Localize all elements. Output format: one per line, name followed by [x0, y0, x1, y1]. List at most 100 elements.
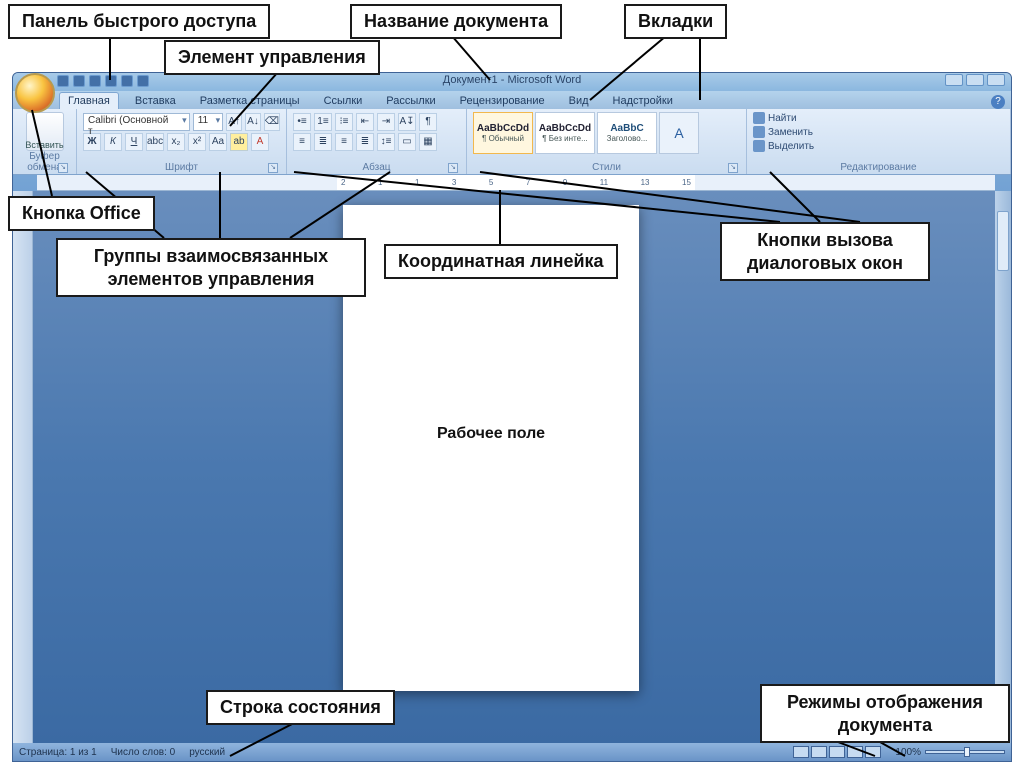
style-preview: AaBbCcDd	[539, 123, 591, 134]
shrink-font-icon[interactable]: A↓	[245, 113, 261, 131]
change-styles-button[interactable]: A	[659, 112, 699, 154]
workarea-label: Рабочее поле	[343, 425, 639, 443]
view-fullscreen[interactable]	[811, 746, 827, 758]
superscript-icon[interactable]: x²	[188, 133, 206, 151]
group-clipboard: Вставить Буфер обмена ↘	[13, 109, 77, 174]
highlight-icon[interactable]: ab	[230, 133, 248, 151]
tab-insert[interactable]: Вставка	[127, 93, 184, 109]
find-button[interactable]: Найти	[753, 112, 1004, 124]
dialog-launcher-styles[interactable]: ↘	[728, 163, 738, 173]
style-normal[interactable]: AaBbCcDd ¶ Обычный	[473, 112, 533, 154]
tab-mailings[interactable]: Рассылки	[378, 93, 443, 109]
tab-home[interactable]: Главная	[59, 92, 119, 109]
group-editing: Найти Заменить Выделить Редактирование	[747, 109, 1011, 174]
paste-button[interactable]: Вставить	[26, 112, 64, 151]
find-icon	[753, 112, 765, 124]
replace-label: Заменить	[768, 127, 813, 138]
font-name-combo[interactable]: Calibri (Основной т	[83, 113, 190, 131]
group-label-text: Буфер обмена	[27, 151, 62, 173]
style-nospacing[interactable]: AaBbCcDd ¶ Без инте...	[535, 112, 595, 154]
ruler-tick: 11	[600, 178, 608, 187]
font-size-combo[interactable]: 11	[193, 113, 223, 131]
zoom-control: 100%	[895, 747, 1005, 758]
zoom-value[interactable]: 100%	[895, 747, 921, 758]
zoom-slider[interactable]	[925, 750, 1005, 754]
window-controls	[945, 74, 1005, 86]
ruler-tick: 3	[452, 178, 456, 187]
status-language[interactable]: русский	[189, 747, 225, 758]
group-label-clipboard: Буфер обмена ↘	[19, 151, 70, 174]
indent-inc-icon[interactable]: ⇥	[377, 113, 395, 131]
replace-button[interactable]: Заменить	[753, 126, 1004, 138]
tab-references[interactable]: Ссылки	[316, 93, 371, 109]
justify-icon[interactable]: ≣	[356, 133, 374, 151]
callout-control-element: Элемент управления	[164, 40, 380, 75]
align-left-icon[interactable]: ≡	[293, 133, 311, 151]
callout-view-modes: Режимы отображения документа	[760, 684, 1010, 743]
clear-format-icon[interactable]: ⌫	[264, 113, 280, 131]
align-center-icon[interactable]: ≣	[314, 133, 332, 151]
show-marks-icon[interactable]: ¶	[419, 113, 437, 131]
style-heading[interactable]: AaBbC Заголово...	[597, 112, 657, 154]
bullets-icon[interactable]: •≡	[293, 113, 311, 131]
strike-icon[interactable]: abc	[146, 133, 164, 151]
tab-view[interactable]: Вид	[561, 93, 597, 109]
view-print-layout[interactable]	[793, 746, 809, 758]
borders-icon[interactable]: ▦	[419, 133, 437, 151]
minimize-button[interactable]	[945, 74, 963, 86]
office-button[interactable]	[15, 73, 55, 113]
callout-dialog-launchers: Кнопки вызова диалоговых окон	[720, 222, 930, 281]
ruler-tick: 5	[489, 178, 493, 187]
indent-dec-icon[interactable]: ⇤	[356, 113, 374, 131]
dialog-launcher-clipboard[interactable]: ↘	[58, 163, 68, 173]
ruler-tick: 1	[415, 178, 419, 187]
tab-addins[interactable]: Надстройки	[605, 93, 681, 109]
ruler-tick: 7	[526, 178, 530, 187]
group-label-paragraph: Абзац ↘	[293, 162, 460, 174]
word-window: Документ1 - Microsoft Word Главная Встав…	[12, 72, 1012, 762]
grow-font-icon[interactable]: A↑	[226, 113, 242, 131]
font-color-icon[interactable]: A	[251, 133, 269, 151]
ruler-tick: 13	[641, 178, 650, 187]
numbering-icon[interactable]: 1≡	[314, 113, 332, 131]
subscript-icon[interactable]: x₂	[167, 133, 185, 151]
horizontal-ruler[interactable]: 2 1 1 3 5 7 9 11 13 15	[37, 175, 995, 191]
group-label-text: Стили	[592, 162, 621, 173]
scrollbar-thumb[interactable]	[997, 211, 1009, 271]
shading-icon[interactable]: ▭	[398, 133, 416, 151]
view-outline[interactable]	[847, 746, 863, 758]
callout-statusbar: Строка состояния	[206, 690, 395, 725]
underline-icon[interactable]: Ч	[125, 133, 143, 151]
line-spacing-icon[interactable]: ↕≡	[377, 133, 395, 151]
multilevel-icon[interactable]: ⁝≡	[335, 113, 353, 131]
group-font: Calibri (Основной т 11 A↑ A↓ ⌫ Ж К Ч abc…	[77, 109, 287, 174]
callout-office-button: Кнопка Office	[8, 196, 155, 231]
ribbon-tabs: Главная Вставка Разметка страницы Ссылки…	[13, 91, 1011, 109]
status-words[interactable]: Число слов: 0	[111, 747, 175, 758]
group-label-styles: Стили ↘	[473, 162, 740, 174]
select-button[interactable]: Выделить	[753, 140, 1004, 152]
status-page[interactable]: Страница: 1 из 1	[19, 747, 97, 758]
dialog-launcher-font[interactable]: ↘	[268, 163, 278, 173]
dialog-launcher-paragraph[interactable]: ↘	[448, 163, 458, 173]
close-button[interactable]	[987, 74, 1005, 86]
group-label-text: Абзац	[362, 162, 390, 173]
sort-icon[interactable]: A↧	[398, 113, 416, 131]
vertical-ruler[interactable]	[13, 191, 33, 743]
style-preview: AaBbC	[610, 123, 643, 134]
view-web[interactable]	[829, 746, 845, 758]
group-label-editing: Редактирование	[753, 162, 1004, 174]
help-icon[interactable]: ?	[991, 95, 1005, 109]
tab-review[interactable]: Рецензирование	[452, 93, 553, 109]
tab-page-layout[interactable]: Разметка страницы	[192, 93, 308, 109]
vertical-scrollbar[interactable]	[995, 191, 1011, 743]
maximize-button[interactable]	[966, 74, 984, 86]
ruler-tick: 9	[563, 178, 567, 187]
callout-groups: Группы взаимосвязанных элементов управле…	[56, 238, 366, 297]
style-name: ¶ Обычный	[482, 134, 524, 143]
view-draft[interactable]	[865, 746, 881, 758]
case-icon[interactable]: Aa	[209, 133, 227, 151]
italic-icon[interactable]: К	[104, 133, 122, 151]
zoom-thumb[interactable]	[964, 747, 970, 757]
align-right-icon[interactable]: ≡	[335, 133, 353, 151]
